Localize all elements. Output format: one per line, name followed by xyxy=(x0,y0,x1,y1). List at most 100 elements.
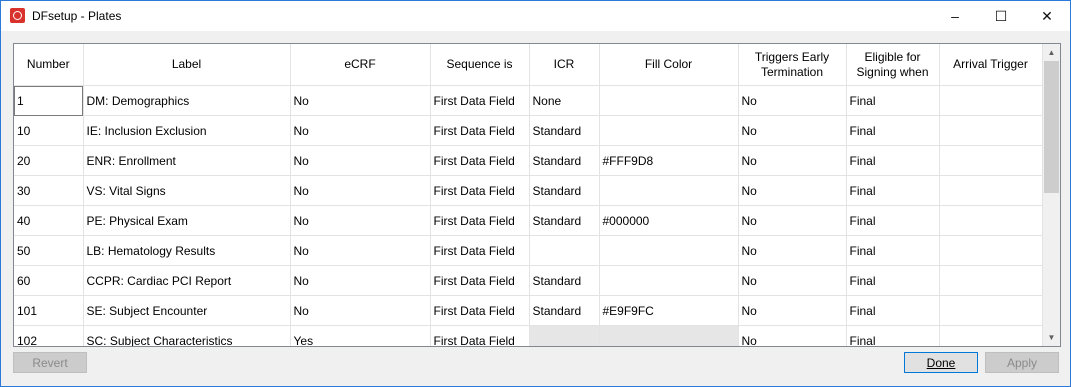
cell-label[interactable]: DM: Demographics xyxy=(83,85,291,116)
cell-eligible-for-signing[interactable]: Final xyxy=(846,325,940,346)
cell-icr[interactable] xyxy=(529,235,600,266)
cell-icr[interactable]: Standard xyxy=(529,295,600,326)
cell-number[interactable]: 1 xyxy=(14,85,84,116)
cell-arrival-trigger[interactable] xyxy=(939,235,1043,266)
cell-fill-color[interactable]: #000000 xyxy=(599,205,739,236)
cell-label[interactable]: VS: Vital Signs xyxy=(83,175,291,206)
table-row[interactable]: 40 PE: Physical Exam No First Data Field Sta… xyxy=(14,205,1043,236)
column-header-eligible-for-signing[interactable]: Eligible for Signing when xyxy=(846,44,940,86)
scroll-down-icon[interactable]: ▼ xyxy=(1043,329,1060,346)
cell-sequence[interactable]: First Data Field xyxy=(430,235,530,266)
cell-arrival-trigger[interactable] xyxy=(939,145,1043,176)
cell-number[interactable]: 102 xyxy=(14,325,84,346)
cell-label[interactable]: PE: Physical Exam xyxy=(83,205,291,236)
column-header-triggers-early-termination[interactable]: Triggers Early Termination xyxy=(738,44,847,86)
cell-number[interactable]: 20 xyxy=(14,145,84,176)
cell-eligible-for-signing[interactable]: Final xyxy=(846,265,940,296)
cell-ecrf[interactable]: No xyxy=(290,235,431,266)
cell-ecrf[interactable]: No xyxy=(290,115,431,146)
cell-eligible-for-signing[interactable]: Final xyxy=(846,115,940,146)
revert-button[interactable]: Revert xyxy=(13,352,87,373)
scroll-thumb[interactable] xyxy=(1044,61,1059,193)
table-row[interactable]: 20 ENR: Enrollment No First Data Field Stand… xyxy=(14,145,1043,176)
table-row[interactable]: 10 IE: Inclusion Exclusion No First Data Fi… xyxy=(14,115,1043,146)
cell-arrival-trigger[interactable] xyxy=(939,85,1043,116)
cell-arrival-trigger[interactable] xyxy=(939,325,1043,346)
cell-icr[interactable]: Standard xyxy=(529,205,600,236)
column-header-fill-color[interactable]: Fill Color xyxy=(599,44,739,86)
cell-arrival-trigger[interactable] xyxy=(939,205,1043,236)
cell-fill-color[interactable] xyxy=(599,325,739,346)
cell-icr[interactable] xyxy=(529,325,600,346)
cell-label[interactable]: ENR: Enrollment xyxy=(83,145,291,176)
cell-label[interactable]: SC: Subject Characteristics xyxy=(83,325,291,346)
cell-fill-color[interactable] xyxy=(599,265,739,296)
column-header-icr[interactable]: ICR xyxy=(529,44,600,86)
close-button[interactable]: ✕ xyxy=(1024,1,1070,31)
cell-triggers-early-termination[interactable]: No xyxy=(738,205,847,236)
done-button[interactable]: Done xyxy=(904,352,978,373)
cell-icr[interactable]: Standard xyxy=(529,175,600,206)
cell-number[interactable]: 101 xyxy=(14,295,84,326)
cell-triggers-early-termination[interactable]: No xyxy=(738,325,847,346)
cell-number[interactable]: 30 xyxy=(14,175,84,206)
apply-button[interactable]: Apply xyxy=(985,352,1059,373)
cell-number[interactable]: 60 xyxy=(14,265,84,296)
cell-eligible-for-signing[interactable]: Final xyxy=(846,205,940,236)
cell-sequence[interactable]: First Data Field xyxy=(430,145,530,176)
cell-number[interactable]: 40 xyxy=(14,205,84,236)
cell-label[interactable]: IE: Inclusion Exclusion xyxy=(83,115,291,146)
cell-fill-color[interactable]: #E9F9FC xyxy=(599,295,739,326)
cell-number[interactable]: 10 xyxy=(14,115,84,146)
cell-label[interactable]: SE: Subject Encounter xyxy=(83,295,291,326)
cell-eligible-for-signing[interactable]: Final xyxy=(846,85,940,116)
cell-icr[interactable]: Standard xyxy=(529,115,600,146)
cell-arrival-trigger[interactable] xyxy=(939,175,1043,206)
cell-ecrf[interactable]: No xyxy=(290,205,431,236)
cell-sequence[interactable]: First Data Field xyxy=(430,175,530,206)
cell-eligible-for-signing[interactable]: Final xyxy=(846,295,940,326)
table-row[interactable]: 30 VS: Vital Signs No First Data Field Stand… xyxy=(14,175,1043,206)
cell-sequence[interactable]: First Data Field xyxy=(430,115,530,146)
cell-icr[interactable]: None xyxy=(529,85,600,116)
cell-ecrf[interactable]: Yes xyxy=(290,325,431,346)
cell-eligible-for-signing[interactable]: Final xyxy=(846,145,940,176)
cell-arrival-trigger[interactable] xyxy=(939,265,1043,296)
table-row[interactable]: 102 SC: Subject Characteristics Yes First D… xyxy=(14,325,1043,346)
scroll-up-icon[interactable]: ▲ xyxy=(1043,44,1060,61)
cell-triggers-early-termination[interactable]: No xyxy=(738,145,847,176)
column-header-ecrf[interactable]: eCRF xyxy=(290,44,431,86)
cell-triggers-early-termination[interactable]: No xyxy=(738,265,847,296)
cell-fill-color[interactable] xyxy=(599,175,739,206)
cell-sequence[interactable]: First Data Field xyxy=(430,295,530,326)
cell-icr[interactable]: Standard xyxy=(529,145,600,176)
column-header-number[interactable]: Number xyxy=(14,44,84,86)
cell-triggers-early-termination[interactable]: No xyxy=(738,175,847,206)
cell-ecrf[interactable]: No xyxy=(290,145,431,176)
table-row[interactable]: 60 CCPR: Cardiac PCI Report No First Data F… xyxy=(14,265,1043,296)
cell-icr[interactable]: Standard xyxy=(529,265,600,296)
cell-sequence[interactable]: First Data Field xyxy=(430,205,530,236)
cell-number[interactable]: 50 xyxy=(14,235,84,266)
cell-triggers-early-termination[interactable]: No xyxy=(738,115,847,146)
column-header-label[interactable]: Label xyxy=(83,44,291,86)
cell-fill-color[interactable] xyxy=(599,115,739,146)
cell-triggers-early-termination[interactable]: No xyxy=(738,85,847,116)
maximize-button[interactable]: ☐ xyxy=(978,1,1024,31)
cell-sequence[interactable]: First Data Field xyxy=(430,265,530,296)
cell-triggers-early-termination[interactable]: No xyxy=(738,235,847,266)
table-row[interactable]: 1 DM: Demographics No First Data Field None N… xyxy=(14,85,1043,116)
column-header-arrival-trigger[interactable]: Arrival Trigger xyxy=(939,44,1043,86)
vertical-scrollbar[interactable]: ▲ ▼ xyxy=(1043,44,1060,346)
cell-triggers-early-termination[interactable]: No xyxy=(738,295,847,326)
cell-label[interactable]: LB: Hematology Results xyxy=(83,235,291,266)
cell-ecrf[interactable]: No xyxy=(290,85,431,116)
cell-ecrf[interactable]: No xyxy=(290,265,431,296)
cell-sequence[interactable]: First Data Field xyxy=(430,85,530,116)
cell-fill-color[interactable] xyxy=(599,235,739,266)
cell-eligible-for-signing[interactable]: Final xyxy=(846,175,940,206)
cell-ecrf[interactable]: No xyxy=(290,295,431,326)
minimize-button[interactable]: – xyxy=(932,1,978,31)
table-row[interactable]: 101 SE: Subject Encounter No First Data Fie… xyxy=(14,295,1043,326)
cell-fill-color[interactable]: #FFF9D8 xyxy=(599,145,739,176)
